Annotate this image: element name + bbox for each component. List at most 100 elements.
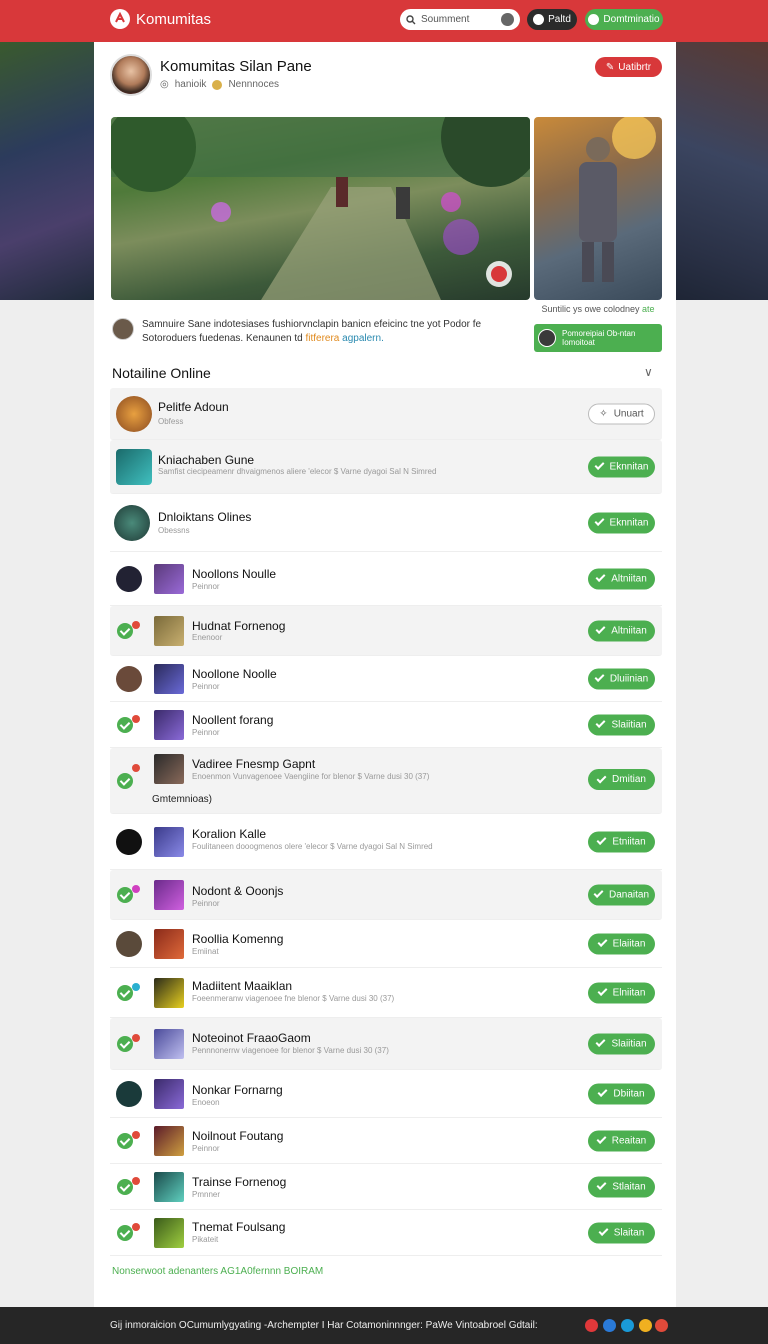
member-row[interactable]: Noollons Noulle Peinnor Altniitan (110, 552, 662, 606)
member-row[interactable]: Noollent forang Peinnor Slaiitian (110, 702, 662, 748)
member-avatar[interactable] (116, 565, 142, 592)
game-thumbnail[interactable] (154, 663, 184, 694)
member-name[interactable]: Nonkar Fornarng (192, 1083, 283, 1097)
online-check-icon (117, 622, 133, 639)
member-action-button[interactable]: Dbiitan (588, 1083, 655, 1104)
member-action-button[interactable]: Elniitan (588, 982, 655, 1003)
search-input[interactable]: Soumment (421, 14, 469, 25)
member-row[interactable]: Trainse Fornenog Pmnner Stlaitan (110, 1164, 662, 1210)
game-thumbnail[interactable] (154, 1171, 184, 1202)
member-avatar[interactable] (116, 448, 152, 485)
member-name[interactable]: Nodont & Ooonjs (192, 884, 283, 898)
member-avatar[interactable] (116, 665, 142, 692)
user-icon (533, 14, 545, 25)
member-name[interactable]: Tnemat Foulsang (192, 1220, 285, 1234)
green-action-button[interactable]: Domtminatio (585, 9, 663, 30)
member-name[interactable]: Dnloiktans Olines (158, 510, 251, 524)
member-name[interactable]: Noollone Noolle (192, 667, 277, 681)
member-row[interactable]: Noollone Noolle Peinnor Dluiinian (110, 656, 662, 702)
member-name[interactable]: Vadiree Fnesmp Gapnt (192, 757, 315, 771)
member-subtitle: Peinnor (192, 899, 220, 908)
member-action-button[interactable]: Elaiitan (588, 933, 655, 954)
online-check-icon (117, 1224, 133, 1241)
social-icon-cyan[interactable] (621, 1319, 634, 1332)
footer-link[interactable]: Nonserwoot adenanters AG1A0fernnn BOIRAM (112, 1266, 323, 1277)
member-name[interactable]: Madiitent Maaiklan (192, 979, 292, 993)
social-icon-red[interactable] (585, 1319, 598, 1332)
game-thumbnail[interactable] (154, 1217, 184, 1248)
member-row[interactable]: Koralion Kalle Foulitaneen dooogmenos ole… (110, 814, 662, 870)
search-submit-icon[interactable] (501, 13, 514, 26)
chevron-down-icon[interactable]: ∨ (644, 365, 653, 379)
member-action-button[interactable]: Altniitan (588, 620, 655, 641)
member-action-button[interactable]: Eknnitan (588, 456, 655, 477)
member-action-button[interactable]: Eknnitan (588, 512, 655, 533)
member-row[interactable]: Madiitent Maaiklan Foeenmeranw viagenoee … (110, 968, 662, 1018)
member-name[interactable]: Hudnat Fornenog (192, 619, 285, 633)
member-avatar[interactable] (116, 828, 142, 855)
member-action-button[interactable]: Slaiitian (588, 714, 655, 735)
member-row[interactable]: Tnemat Foulsang Pikateit Slaitan (110, 1210, 662, 1256)
game-thumbnail[interactable] (154, 754, 184, 784)
member-row[interactable]: Nodont & Ooonjs Peinnor Danaitan (110, 870, 662, 920)
profile-action-button[interactable]: ✎ Uatibrtr (595, 57, 662, 77)
description-link-orange[interactable]: fitferera (305, 333, 339, 344)
member-row[interactable]: Dnloiktans Olines Obessns Eknnitan (110, 494, 662, 552)
search-box[interactable]: Soumment (400, 9, 520, 30)
member-name[interactable]: Roollia Komenng (192, 932, 283, 946)
hero-side-image[interactable] (534, 117, 662, 300)
member-action-button[interactable]: Dluiinian (588, 668, 655, 689)
profile-avatar[interactable] (110, 54, 152, 96)
member-name[interactable]: Pelitfe Adoun (158, 400, 229, 414)
game-thumbnail[interactable] (154, 977, 184, 1008)
member-row[interactable]: Roollia Komenng Emiinat Elaiitan (110, 920, 662, 968)
member-row[interactable]: Noilnout Foutang Peinnor Reaitan (110, 1118, 662, 1164)
game-thumbnail[interactable] (154, 1125, 184, 1156)
member-action-button[interactable]: Etniitan (588, 831, 655, 852)
member-subtitle: Pennnonerrw viagenoee for blenor $ Varne… (192, 1046, 389, 1055)
game-thumbnail[interactable] (154, 615, 184, 646)
member-action-button[interactable]: Dmitian (588, 769, 655, 790)
member-name[interactable]: Noollent forang (192, 713, 273, 727)
hero-side-promo[interactable]: Pomoreipiai Ob-ntan Iomoitoat (534, 324, 662, 352)
member-action-button[interactable]: ✧ Unuart (588, 403, 655, 424)
member-name[interactable]: Trainse Fornenog (192, 1175, 286, 1189)
member-row[interactable]: Nonkar Fornarng Enoeon Dbiitan (110, 1070, 662, 1118)
hero-banner-image[interactable] (111, 117, 530, 300)
member-name[interactable]: Noteoinot FraaoGaom (192, 1031, 311, 1045)
member-avatar[interactable] (114, 504, 150, 541)
social-icon-orange[interactable] (655, 1319, 668, 1332)
game-thumbnail[interactable] (154, 709, 184, 740)
member-action-button[interactable]: Altniitan (588, 568, 655, 589)
game-thumbnail[interactable] (154, 826, 184, 857)
description-link-blue[interactable]: agpalern. (342, 333, 384, 344)
game-thumbnail[interactable] (154, 1078, 184, 1109)
member-action-label: Elniitan (612, 987, 646, 998)
member-avatar[interactable] (116, 395, 152, 432)
member-name[interactable]: Noilnout Foutang (192, 1129, 283, 1143)
member-action-button[interactable]: Slaiitian (588, 1033, 655, 1054)
brand[interactable]: Komumitas (110, 9, 211, 29)
member-row[interactable]: Kniachaben Gune Samfist ciecipeamenr dhva… (110, 440, 662, 494)
social-icon-yellow[interactable] (639, 1319, 652, 1332)
game-thumbnail[interactable] (154, 879, 184, 910)
member-name[interactable]: Noollons Noulle (192, 567, 276, 581)
game-thumbnail[interactable] (154, 563, 184, 594)
social-icon-blue[interactable] (603, 1319, 616, 1332)
member-action-button[interactable]: Slaitan (588, 1222, 655, 1243)
member-row[interactable]: Noteoinot FraaoGaom Pennnonerrw viagenoee… (110, 1018, 662, 1070)
member-name[interactable]: Koralion Kalle (192, 827, 266, 841)
member-avatar[interactable] (116, 1080, 142, 1107)
member-row[interactable]: Vadiree Fnesmp Gapnt Enoenmon Vunvagenoee… (110, 748, 662, 814)
member-row[interactable]: Hudnat Fornenog Enenoor Altniitan (110, 606, 662, 656)
dark-action-button[interactable]: Paltd (527, 9, 577, 30)
game-thumbnail[interactable] (154, 928, 184, 959)
member-action-button[interactable]: Reaitan (588, 1130, 655, 1151)
member-row[interactable]: Pelitfe Adoun Obfess ✧ Unuart (110, 388, 662, 440)
member-action-button[interactable]: Danaitan (588, 884, 655, 905)
brand-name: Komumitas (136, 10, 212, 28)
member-avatar[interactable] (116, 930, 142, 957)
member-name[interactable]: Kniachaben Gune (158, 453, 254, 467)
member-action-button[interactable]: Stlaitan (588, 1176, 655, 1197)
game-thumbnail[interactable] (154, 1028, 184, 1059)
